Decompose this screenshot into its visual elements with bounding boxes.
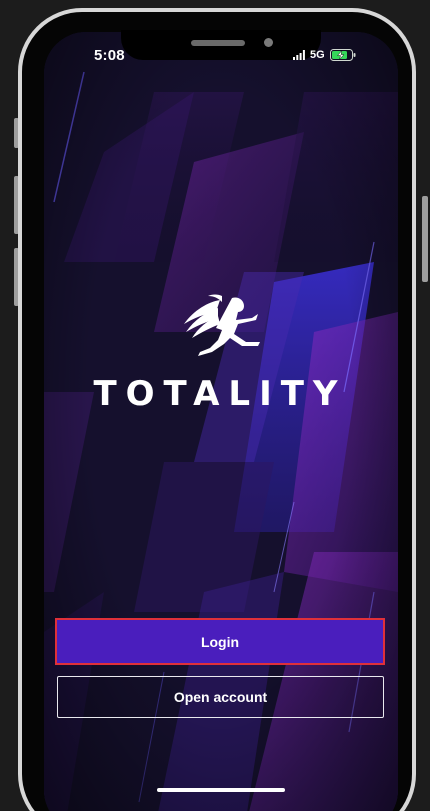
status-time: 5:08 [94,47,125,64]
signal-icon [293,50,305,60]
speaker-grille [191,40,245,46]
winged-figure-logo-icon [184,294,260,356]
network-type-label: 5G [310,49,325,61]
battery-charging-icon [329,49,356,61]
open-account-button[interactable]: Open account [57,676,384,718]
home-indicator [157,788,285,792]
front-camera [264,38,273,47]
device-mockup: 5:08 5G TOTALITY Login Open account [0,0,430,811]
login-button[interactable]: Login [55,618,385,665]
status-indicators: 5G [293,49,356,61]
power-button [422,196,428,282]
brand-wordmark: TOTALITY [93,374,347,414]
